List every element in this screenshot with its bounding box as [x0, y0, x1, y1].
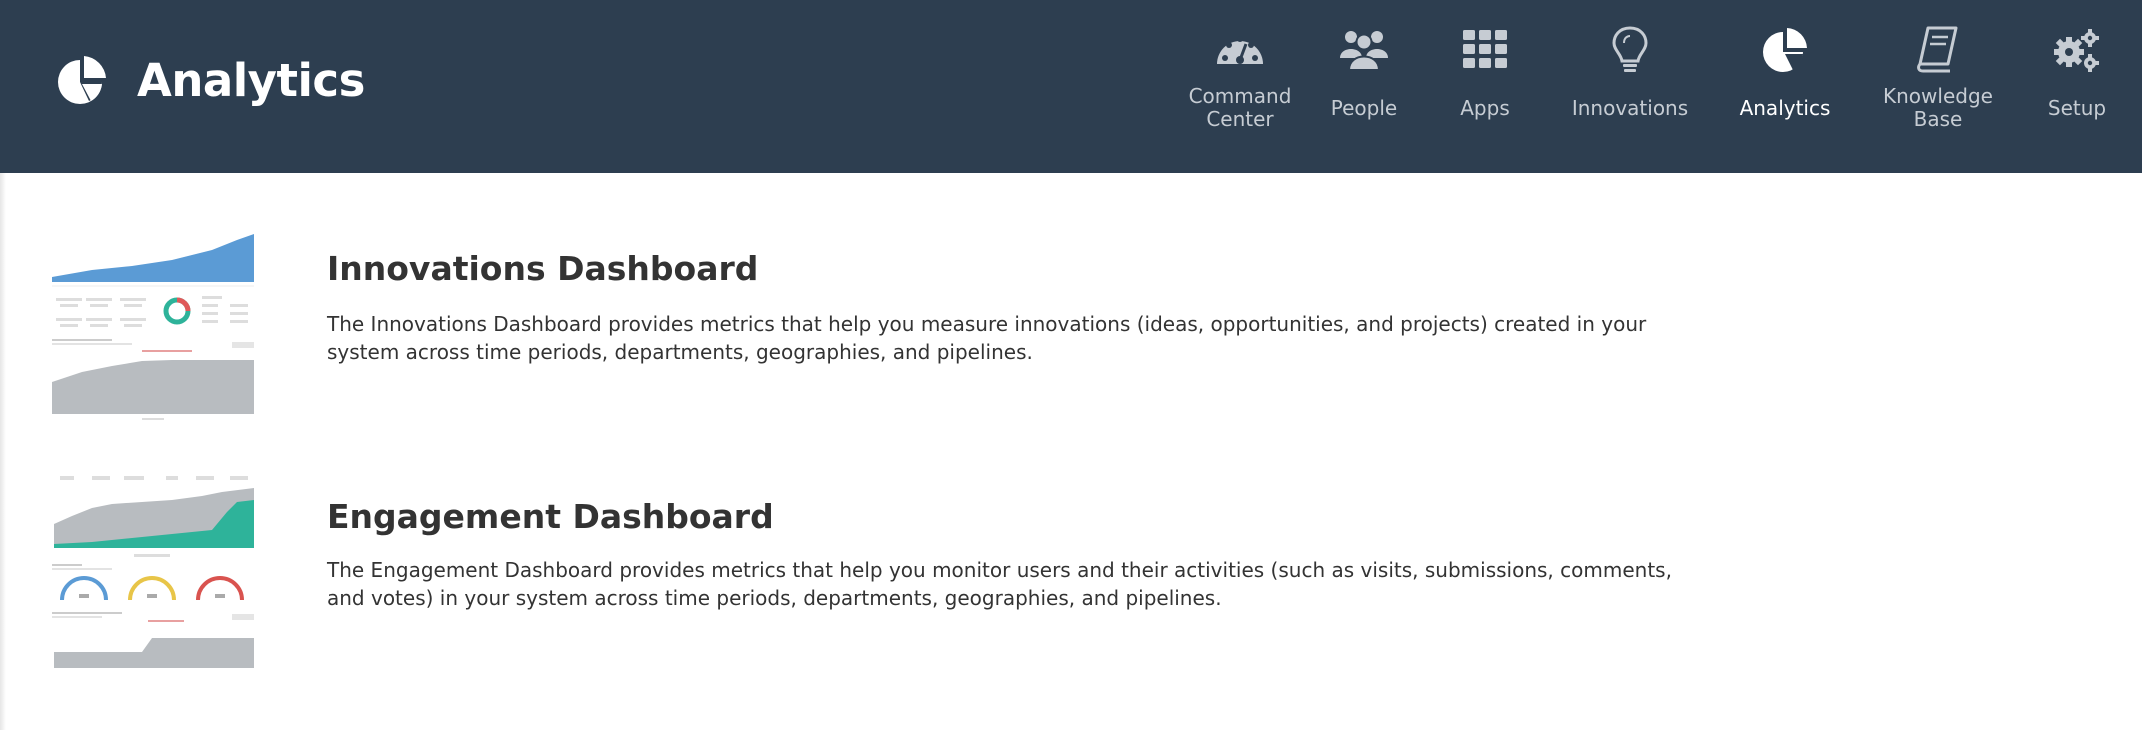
brand: Analytics [55, 50, 365, 110]
dashboard-description: The Innovations Dashboard provides metri… [327, 312, 1647, 364]
nav-item-setup[interactable]: Setup [2002, 0, 2142, 173]
nav-label: Analytics [1739, 96, 1831, 120]
page-title: Analytics [137, 53, 365, 107]
apps-grid-icon [1463, 30, 1507, 68]
nav-item-analytics[interactable]: Analytics [1710, 0, 1860, 173]
dashboard-card-engagement[interactable]: Engagement Dashboard The Engagement Dash… [52, 472, 1692, 682]
nav-label: Apps [1460, 96, 1510, 120]
nav-item-knowledge-base[interactable]: Knowledge Base [1863, 0, 2013, 173]
dashboard-description: The Engagement Dashboard provides metric… [327, 558, 1672, 610]
dashboard-title[interactable]: Engagement Dashboard [327, 497, 774, 536]
people-icon [1340, 31, 1388, 71]
nav-item-apps[interactable]: Apps [1410, 0, 1560, 173]
nav-label: Knowledge Base [1883, 84, 1993, 131]
dashboard-title[interactable]: Innovations Dashboard [327, 249, 758, 288]
book-icon [1917, 26, 1958, 73]
gears-icon [2054, 29, 2099, 72]
nav-label: Setup [2047, 96, 2107, 120]
innovations-dashboard-thumbnail[interactable] [52, 222, 254, 422]
pie-chart-icon [58, 56, 106, 104]
dashboard-gauge-icon [1217, 36, 1263, 64]
dashboard-card-innovations[interactable]: Innovations Dashboard The Innovations Da… [52, 222, 1692, 432]
pie-chart-icon [1763, 28, 1807, 72]
nav-item-innovations[interactable]: Innovations [1555, 0, 1705, 173]
nav-label: Innovations [1571, 96, 1689, 120]
lightbulb-icon [1612, 26, 1648, 72]
top-header: Analytics Command Center People Apps Inn… [0, 0, 2142, 173]
engagement-dashboard-thumbnail[interactable] [52, 472, 254, 672]
page-edge [0, 173, 6, 730]
